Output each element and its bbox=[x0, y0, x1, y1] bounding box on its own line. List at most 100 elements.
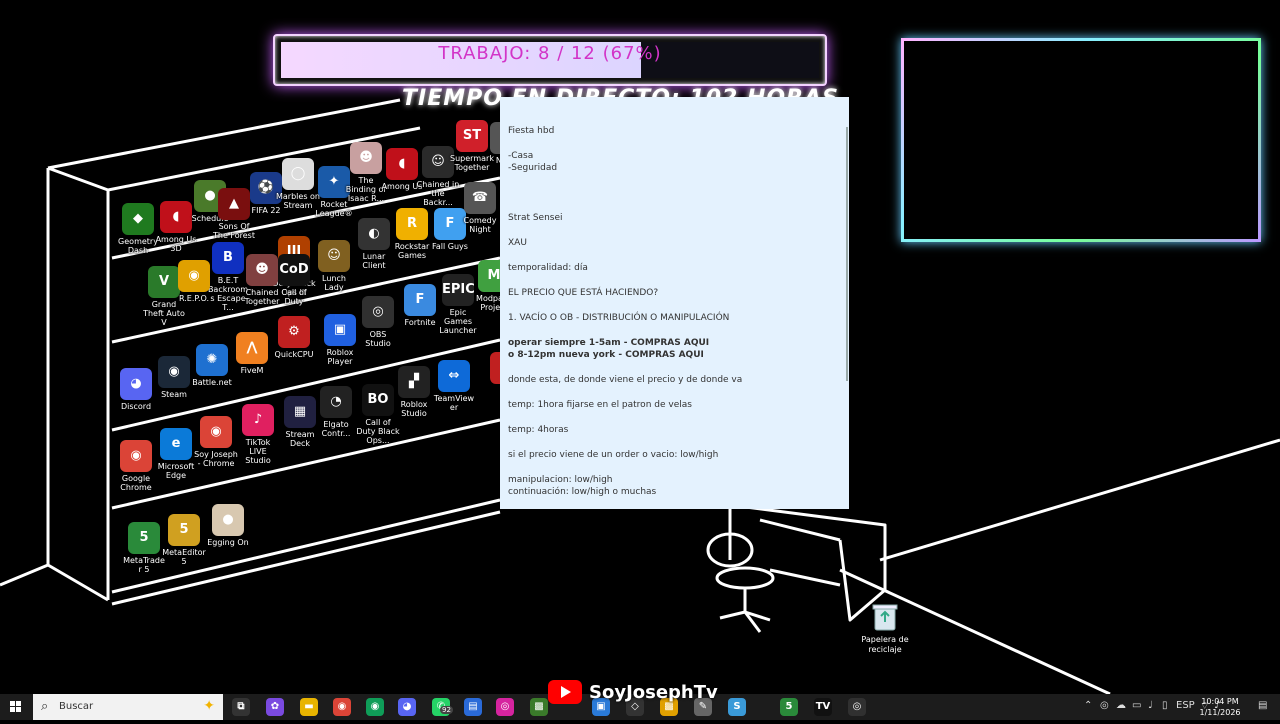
desktop-shortcut-label: Chained in the Backr... bbox=[416, 180, 460, 207]
notification-badge: 92 bbox=[440, 706, 453, 714]
note-line: Strat Sensei bbox=[508, 213, 563, 223]
quickcpu-icon: ⚙ bbox=[278, 316, 310, 348]
obs-icon[interactable]: ◎ bbox=[848, 698, 866, 716]
teamviewer-icon: ⇔ bbox=[438, 360, 470, 392]
recycle-bin[interactable]: Papelera de reciclaje bbox=[856, 602, 914, 655]
notifications-icon[interactable]: ▤ bbox=[1258, 700, 1267, 711]
desktop-shortcut-label: Sons Of The Forest bbox=[213, 222, 255, 240]
file-explorer-icon[interactable]: ▬ bbox=[300, 698, 318, 716]
instagram-icon[interactable]: ◎ bbox=[496, 698, 514, 716]
desktop-shortcut[interactable]: ⚙ QuickCPU bbox=[272, 316, 316, 359]
note-line: -Casa -Seguridad bbox=[508, 151, 558, 173]
steam-icon: ◉ bbox=[158, 356, 190, 388]
desktop-shortcut[interactable]: ☎ Comedy Night bbox=[458, 182, 502, 234]
desktop-shortcut[interactable]: ◉ Soy Joseph - Chrome bbox=[194, 416, 238, 468]
network-icon[interactable]: ▯ bbox=[1162, 700, 1168, 711]
repo-icon: ◉ bbox=[178, 260, 210, 292]
desktop-shortcut[interactable]: F Fortnite bbox=[398, 284, 442, 327]
clock-date: 1/11/2026 bbox=[1199, 708, 1241, 717]
desktop-shortcut[interactable]: ⇔ TeamViewer bbox=[432, 360, 476, 412]
show-hidden-icons-icon[interactable]: ⌃ bbox=[1084, 700, 1092, 711]
desktop-shortcut[interactable]: ◉ Steam bbox=[152, 356, 196, 399]
chrome-icon[interactable]: ◉ bbox=[333, 698, 351, 716]
desktop-shortcut[interactable]: e Microsoft Edge bbox=[154, 428, 198, 480]
start-button[interactable] bbox=[0, 694, 32, 720]
task-view-icon[interactable]: ⧉ bbox=[232, 698, 250, 716]
desktop-shortcut[interactable]: ● Egging On bbox=[206, 504, 250, 547]
note-line: Fiesta hbd bbox=[508, 126, 555, 136]
desktop-shortcut[interactable]: ◉ Google Chrome bbox=[114, 440, 158, 492]
clock-time: 10:04 PM bbox=[1201, 697, 1239, 706]
minecraft-icon[interactable]: ▩ bbox=[530, 698, 548, 716]
discord-icon[interactable]: ◕ bbox=[398, 698, 416, 716]
language-indicator[interactable]: ESP bbox=[1176, 700, 1195, 711]
tiktok-icon: ♪ bbox=[242, 404, 274, 436]
metatrader-icon[interactable]: 5 bbox=[780, 698, 798, 716]
desktop-shortcut[interactable]: 5 MetaTrader 5 bbox=[122, 522, 166, 574]
app-icon-5[interactable]: S bbox=[728, 698, 746, 716]
desktop-shortcut-label: Fall Guys bbox=[432, 242, 468, 251]
clock[interactable]: 10:04 PM 1/11/2026 bbox=[1194, 696, 1246, 718]
among-us-icon-2: ◖ bbox=[386, 148, 418, 180]
tray-app-icon-3[interactable]: ▭ bbox=[1132, 700, 1141, 711]
rockstar-icon: R bbox=[396, 208, 428, 240]
metaeditor-icon: 5 bbox=[168, 514, 200, 546]
desktop-shortcut[interactable]: ☺ Lunch Lady bbox=[312, 240, 356, 292]
desktop-shortcut[interactable]: ⋀ FiveM bbox=[230, 332, 274, 375]
desktop-shortcut[interactable]: ▣ Roblox Player bbox=[318, 314, 362, 366]
search-highlight-icon: ✦ bbox=[203, 698, 215, 714]
elgato-icon: ◔ bbox=[320, 386, 352, 418]
desktop-shortcut[interactable]: ◎ OBS Studio bbox=[356, 296, 400, 348]
calendar-icon[interactable]: ▤ bbox=[464, 698, 482, 716]
taskbar-search[interactable]: ⌕ Buscar ✦ bbox=[33, 694, 223, 720]
note-line: temporalidad: día bbox=[508, 263, 588, 273]
desktop-shortcut-label: Among Us 3D bbox=[155, 235, 197, 253]
geometry-dash-icon: ◆ bbox=[122, 203, 154, 235]
desktop-shortcut-label: Discord bbox=[120, 402, 152, 411]
metatrader-icon: 5 bbox=[128, 522, 160, 554]
chrome-icon: ◉ bbox=[120, 440, 152, 472]
note-line: 1. VACÍO O OB - DISTRIBUCIÓN O MANIPULAC… bbox=[508, 313, 730, 323]
desktop-shortcut[interactable]: BO Call of Duty Black Ops... bbox=[356, 384, 400, 445]
webcam-frame bbox=[901, 38, 1261, 242]
desktop-shortcut-label: Steam bbox=[161, 390, 187, 399]
isaac-icon: ☻ bbox=[350, 142, 382, 174]
copilot-icon[interactable]: ✿ bbox=[266, 698, 284, 716]
desktop-shortcut-label: Fortnite bbox=[404, 318, 436, 327]
goal-progress-label: TRABAJO: 8 / 12 (67%) bbox=[438, 43, 662, 64]
note-line: temp: 4horas bbox=[508, 425, 569, 435]
chrome-profile-icon: ◉ bbox=[200, 416, 232, 448]
stream-deck-icon: ▦ bbox=[284, 396, 316, 428]
tray-app-icon-2[interactable]: ☁ bbox=[1116, 700, 1126, 711]
roblox-player-icon: ▣ bbox=[324, 314, 356, 346]
note-line bbox=[508, 187, 841, 199]
note-line: operar siempre 1-5am - COMPRAS AQUI o 8-1… bbox=[508, 338, 710, 360]
desktop-shortcut[interactable]: ◕ Discord bbox=[114, 368, 158, 411]
sticky-notes-window[interactable]: Fiesta hbd -Casa -Seguridad Strat Sensei XAU… bbox=[500, 97, 849, 509]
desktop-shortcut[interactable]: ▦ Stream Deck bbox=[278, 396, 322, 448]
note-line: EL PRECIO QUE ESTÁ HACIENDO? bbox=[508, 288, 659, 298]
desktop-shortcut-label: QuickCPU bbox=[274, 350, 314, 359]
note-line: XAU bbox=[508, 238, 527, 248]
lunar-client-icon: ◐ bbox=[358, 218, 390, 250]
discord-icon: ◕ bbox=[120, 368, 152, 400]
desktop-shortcut-label: Grand Theft Auto V bbox=[143, 300, 185, 327]
desktop-shortcut[interactable]: 5 MetaEditor 5 bbox=[162, 514, 206, 566]
desktop-shortcut[interactable]: CoD Call of Duty bbox=[272, 254, 316, 306]
battlenet-icon: ✺ bbox=[196, 344, 228, 376]
notes-scrollbar[interactable] bbox=[846, 127, 848, 381]
call-of-duty-icon: CoD bbox=[278, 254, 310, 286]
roblox-studio-icon: ▞ bbox=[398, 366, 430, 398]
microphone-icon[interactable]: ♩ bbox=[1148, 700, 1153, 711]
desktop-shortcut[interactable]: ♪ TikTok LIVE Studio bbox=[236, 404, 280, 465]
desktop-shortcut[interactable]: ◉ R.E.P.O. bbox=[172, 260, 216, 303]
desktop-shortcut[interactable]: ✺ Battle.net bbox=[190, 344, 234, 387]
lunch-lady-icon: ☺ bbox=[318, 240, 350, 272]
tray-app-icon[interactable]: ◎ bbox=[1100, 700, 1109, 711]
notes-content[interactable]: Fiesta hbd -Casa -Seguridad Strat Sensei XAU… bbox=[500, 97, 849, 498]
desktop-shortcut-label: TeamViewer bbox=[433, 394, 475, 412]
chrome-profile-icon[interactable]: ◉ bbox=[366, 698, 384, 716]
tradingview-icon[interactable]: TV bbox=[814, 698, 832, 716]
fivem-icon: ⋀ bbox=[236, 332, 268, 364]
desktop-shortcut-label: Battle.net bbox=[192, 378, 232, 387]
